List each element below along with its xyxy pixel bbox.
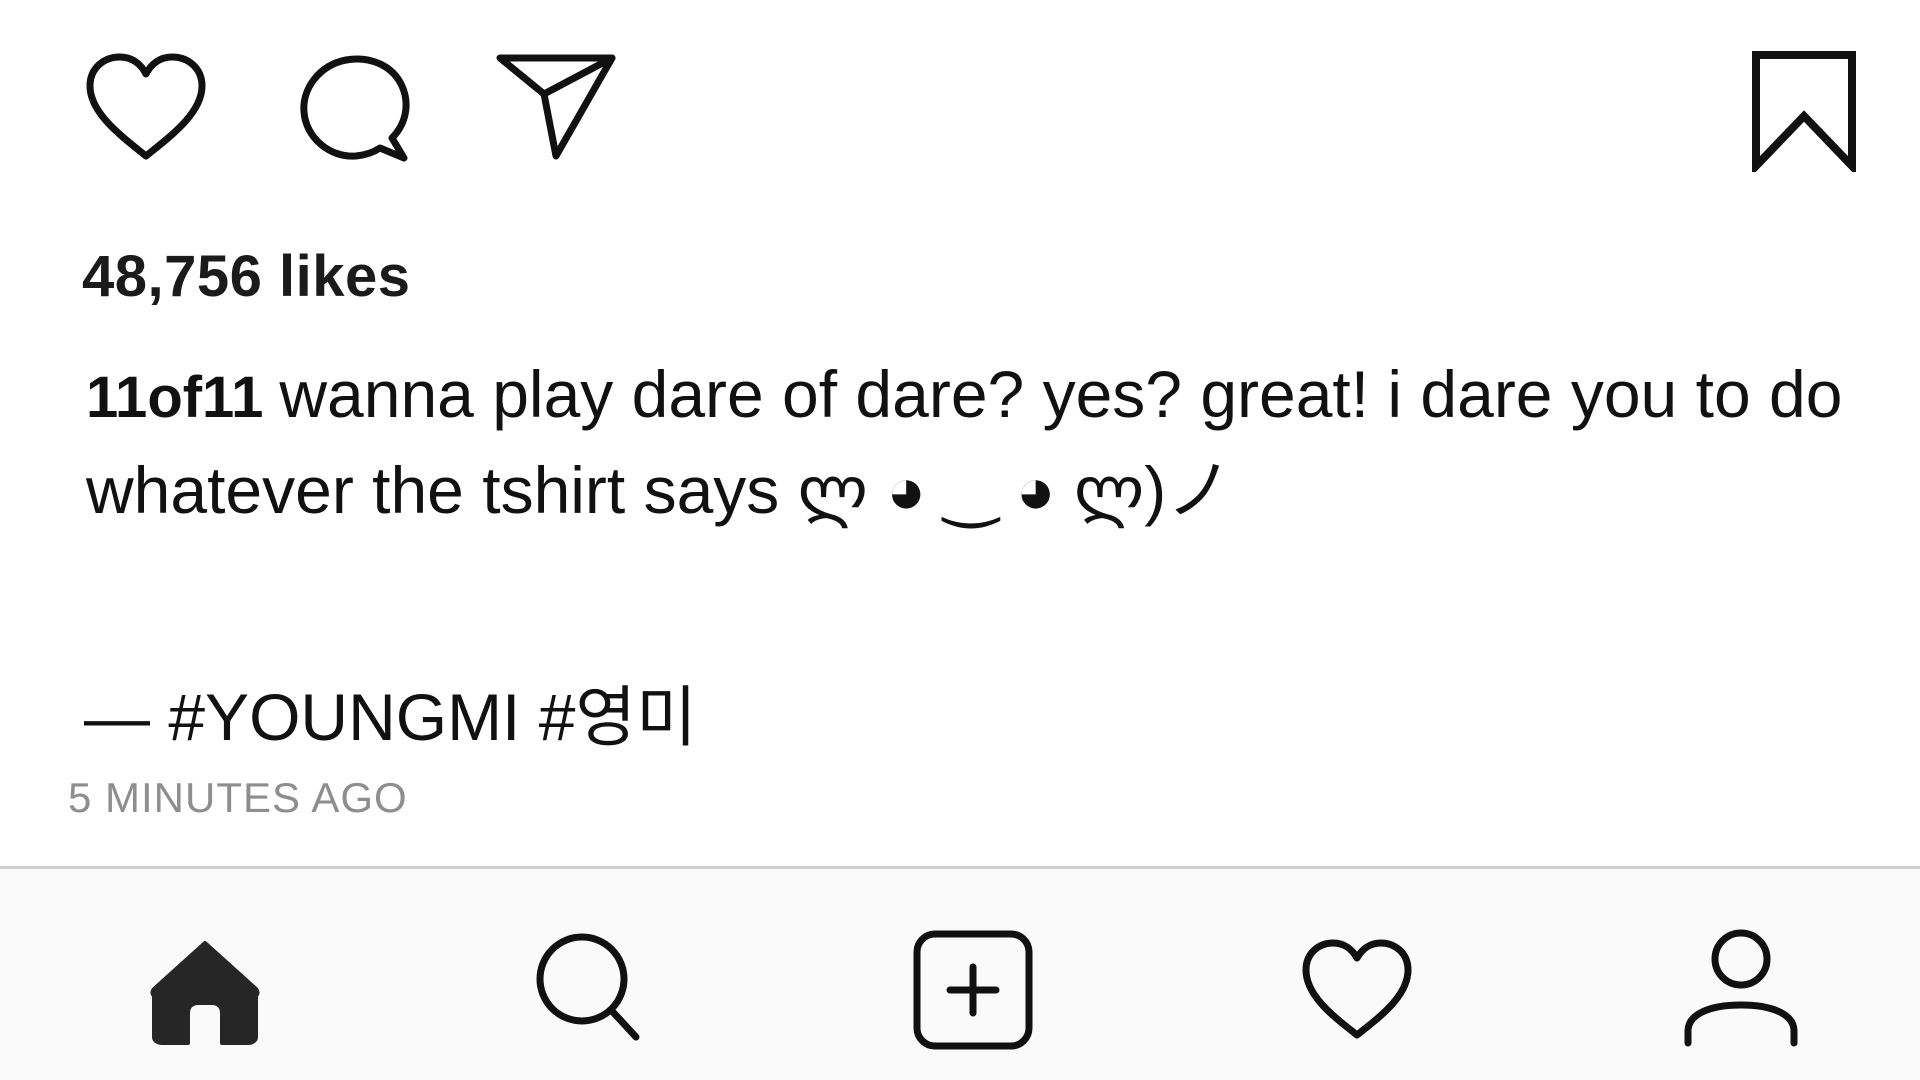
add-post-icon[interactable]	[912, 929, 1034, 1051]
post-action-bar	[0, 0, 1920, 200]
bookmark-icon[interactable]	[1750, 50, 1858, 172]
profile-person-icon[interactable]	[1682, 927, 1800, 1049]
comment-bubble-icon[interactable]	[296, 52, 412, 164]
caption-text: wanna play dare of dare? yes? great! i d…	[86, 357, 1843, 527]
activity-heart-icon[interactable]	[1300, 937, 1414, 1043]
bottom-tab-bar	[0, 866, 1920, 1080]
post-caption: 11of11 wanna play dare of dare? yes? grea…	[86, 348, 1866, 536]
like-heart-icon[interactable]	[84, 52, 208, 164]
caption-hashtags[interactable]: — #YOUNGMI #영미	[84, 664, 697, 760]
post-screen: 48,756 likes 11of11 wanna play dare of da…	[0, 0, 1920, 1080]
post-timestamp: 5 MINUTES AGO	[68, 774, 408, 821]
search-icon[interactable]	[532, 929, 642, 1043]
share-paper-plane-icon[interactable]	[494, 52, 618, 164]
home-icon[interactable]	[148, 937, 262, 1047]
likes-count[interactable]: 48,756 likes	[82, 243, 411, 310]
caption-username[interactable]: 11of11	[86, 365, 263, 430]
